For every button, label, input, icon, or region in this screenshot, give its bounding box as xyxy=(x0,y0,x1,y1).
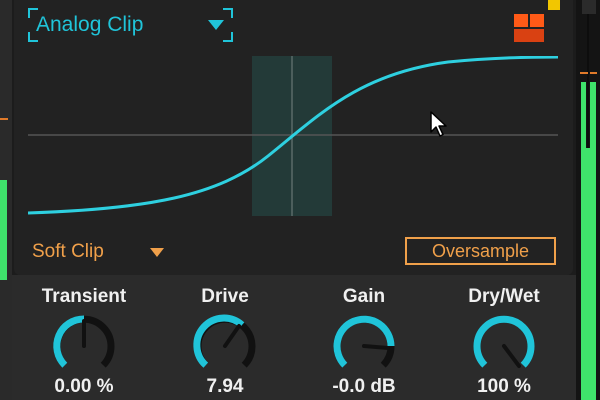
saturator-device: Analog Clip Soft Clip Oversample Transie… xyxy=(0,0,600,400)
gain-control: Gain -0.0 dB xyxy=(296,286,432,400)
gain-knob[interactable] xyxy=(331,313,397,379)
left-level-meter xyxy=(0,180,7,280)
transient-value: 0.00 % xyxy=(54,376,114,397)
gain-value: -0.0 dB xyxy=(332,376,396,397)
transient-label: Transient xyxy=(41,286,127,307)
select-bracket xyxy=(223,8,233,18)
clip-type-label: Soft Clip xyxy=(32,241,104,262)
peak-marker-right xyxy=(590,72,597,74)
clip-type-select[interactable]: Soft Clip xyxy=(32,238,172,266)
status-indicator xyxy=(548,0,560,10)
output-meter-fill xyxy=(581,148,596,400)
drive-label: Drive xyxy=(201,286,249,307)
peak-marker-left xyxy=(580,72,588,74)
mouse-pointer-icon xyxy=(430,111,447,137)
transient-knob[interactable] xyxy=(51,313,117,379)
dry-wet-control: Dry/Wet 100 % xyxy=(436,286,572,400)
drive-knob[interactable] xyxy=(192,313,258,379)
dry-wet-value: 100 % xyxy=(477,376,531,397)
transient-control: Transient 0.00 % xyxy=(16,286,152,400)
select-bracket xyxy=(223,32,233,42)
meter-header xyxy=(582,0,596,14)
dry-wet-label: Dry/Wet xyxy=(468,286,540,307)
device-grid-icon[interactable] xyxy=(514,12,546,42)
chevron-down-icon xyxy=(208,20,224,30)
oversample-button[interactable]: Oversample xyxy=(405,237,556,265)
chevron-down-icon xyxy=(150,248,164,257)
saturation-mode-label: Analog Clip xyxy=(36,13,144,36)
dry-wet-knob[interactable] xyxy=(471,313,537,379)
drive-control: Drive 7.94 xyxy=(157,286,293,400)
saturation-mode-select[interactable]: Analog Clip xyxy=(28,8,233,42)
waveshaper-curve-graph[interactable] xyxy=(28,56,558,216)
left-peak-marker xyxy=(0,118,8,120)
drive-value: 7.94 xyxy=(206,376,244,397)
gain-label: Gain xyxy=(342,286,386,307)
